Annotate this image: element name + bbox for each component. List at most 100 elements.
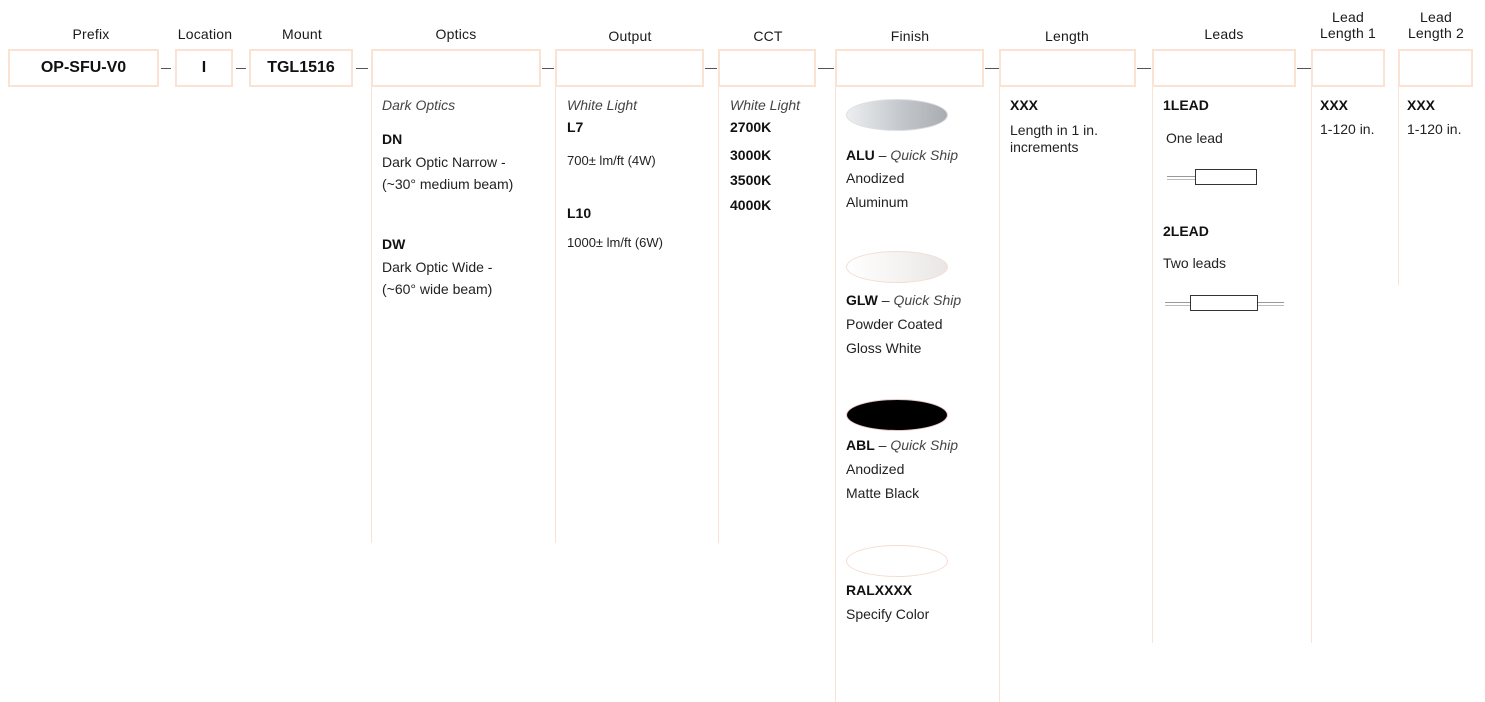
- output-group-label: White Light: [567, 97, 638, 113]
- length-code: XXX: [1010, 97, 1039, 113]
- header-leads: Leads: [1204, 26, 1244, 42]
- optics-box[interactable]: [371, 49, 541, 87]
- header-lead-length-2: Lead Length 2: [1407, 9, 1465, 41]
- finish-swatch-ral: [846, 545, 948, 577]
- mount-value: TGL1516: [267, 59, 335, 76]
- lead-length-2-desc: 1-120 in.: [1407, 121, 1462, 137]
- finish-tag-abl: Quick Ship: [890, 437, 959, 453]
- prefix-box[interactable]: OP-SFU-V0: [8, 49, 159, 87]
- column-divider: [999, 87, 1000, 702]
- finish-desc-abl-line1: Anodized: [846, 461, 905, 477]
- finish-code-abl: ABL: [846, 437, 875, 453]
- column-divider: [835, 87, 836, 702]
- optics-desc-dn-line2: (~30° medium beam): [382, 176, 514, 192]
- finish-box[interactable]: [835, 49, 984, 87]
- leads-code-2lead: 2LEAD: [1163, 223, 1209, 239]
- separator-dash: [1297, 68, 1311, 69]
- lead-length-1-box[interactable]: [1311, 49, 1385, 87]
- finish-swatch-abl: [846, 399, 948, 431]
- finish-code-glw: GLW: [846, 292, 878, 308]
- lead-length-1-code: XXX: [1320, 97, 1349, 113]
- finish-desc-glw-line2: Gloss White: [846, 340, 922, 356]
- finish-label-abl: ABL – Quick Ship: [846, 437, 958, 454]
- cct-option: 2700K: [730, 119, 772, 135]
- length-desc-line1: Length in 1 in.: [1010, 122, 1098, 138]
- optics-code-dn: DN: [382, 131, 403, 147]
- separator-dash: [818, 68, 834, 69]
- finish-desc-alu-line1: Anodized: [846, 170, 905, 186]
- length-box[interactable]: [999, 49, 1136, 87]
- prefix-value: OP-SFU-V0: [40, 59, 127, 76]
- separator-dash: [161, 68, 171, 69]
- finish-tag-alu: Quick Ship: [890, 147, 959, 163]
- cct-option: 3500K: [730, 172, 772, 188]
- leads-box[interactable]: [1152, 49, 1296, 87]
- finish-desc-alu-line2: Aluminum: [846, 194, 909, 210]
- lead-wire: [1167, 179, 1195, 180]
- length-desc-line2: increments: [1010, 139, 1079, 155]
- optics-code-dw: DW: [382, 236, 406, 252]
- lead-length-1-desc: 1-120 in.: [1320, 121, 1375, 137]
- header-cct: CCT: [753, 28, 783, 44]
- separator-dash: [1137, 68, 1151, 69]
- column-divider: [371, 87, 372, 543]
- header-location: Location: [177, 26, 233, 42]
- location-value: I: [201, 59, 207, 76]
- cct-box[interactable]: [718, 49, 816, 87]
- column-divider: [555, 87, 556, 543]
- separator-dash: [542, 68, 554, 69]
- column-divider: [718, 87, 719, 543]
- output-box[interactable]: [555, 49, 704, 87]
- finish-tag-glw: Quick Ship: [893, 292, 962, 308]
- cct-option: 3000K: [730, 147, 772, 163]
- column-divider: [1398, 87, 1399, 285]
- optics-desc-dw-line1: Dark Optic Wide -: [382, 259, 493, 275]
- header-length: Length: [1044, 28, 1090, 44]
- output-desc-l10: 1000± lm/ft (6W): [567, 235, 663, 250]
- separator-dash: [356, 68, 368, 69]
- finish-dash: –: [881, 292, 890, 308]
- finish-dash: –: [878, 437, 887, 453]
- separator-dash: [236, 68, 246, 69]
- output-code-l10: L10: [567, 205, 592, 221]
- lead-length-2-code: XXX: [1407, 97, 1436, 113]
- lead-wire: [1258, 305, 1284, 306]
- lead-wire: [1258, 302, 1284, 303]
- finish-desc-glw-line1: Powder Coated: [846, 316, 943, 332]
- finish-label-alu: ALU – Quick Ship: [846, 147, 958, 164]
- leads-desc-2lead: Two leads: [1163, 255, 1227, 271]
- cct-option: 4000K: [730, 197, 772, 213]
- location-box[interactable]: I: [175, 49, 233, 87]
- fixture-body-icon: [1195, 169, 1257, 185]
- leads-code-1lead: 1LEAD: [1163, 97, 1209, 113]
- fixture-body-icon: [1190, 295, 1258, 311]
- header-lead-length-1: Lead Length 1: [1319, 9, 1377, 41]
- mount-box[interactable]: TGL1516: [249, 49, 353, 87]
- output-desc-l7: 700± lm/ft (4W): [567, 153, 656, 168]
- cct-group-label: White Light: [730, 97, 801, 113]
- lead-wire: [1165, 302, 1190, 303]
- separator-dash: [985, 68, 999, 69]
- finish-desc-abl-line2: Matte Black: [846, 485, 920, 501]
- column-divider: [1311, 87, 1312, 643]
- lead-wire: [1165, 305, 1190, 306]
- optics-group-label: Dark Optics: [382, 97, 456, 113]
- header-optics: Optics: [435, 26, 477, 42]
- header-output: Output: [608, 28, 652, 44]
- header-finish: Finish: [890, 28, 930, 44]
- finish-desc-ral: Specify Color: [846, 606, 930, 622]
- output-code-l7: L7: [567, 119, 584, 135]
- optics-desc-dw-line2: (~60° wide beam): [382, 281, 493, 297]
- finish-swatch-alu: [846, 99, 948, 131]
- finish-label-glw: GLW – Quick Ship: [846, 292, 961, 309]
- finish-code-ral: RALXXXX: [846, 582, 913, 598]
- optics-desc-dn-line1: Dark Optic Narrow -: [382, 154, 506, 170]
- header-mount: Mount: [282, 26, 322, 42]
- column-divider: [1152, 87, 1153, 643]
- finish-dash: –: [878, 147, 887, 163]
- leads-desc-1lead: One lead: [1166, 130, 1223, 146]
- finish-swatch-glw: [846, 251, 948, 283]
- lead-wire: [1167, 176, 1195, 177]
- finish-code-alu: ALU: [846, 147, 875, 163]
- lead-length-2-box[interactable]: [1398, 49, 1473, 87]
